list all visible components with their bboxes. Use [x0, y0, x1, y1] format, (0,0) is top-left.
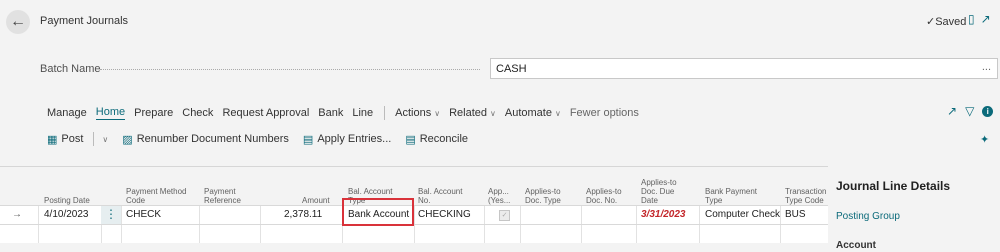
menu-bank[interactable]: Bank: [318, 107, 343, 119]
bal-account-type-highlight: [342, 198, 414, 226]
post-button[interactable]: ▦ Post: [47, 133, 83, 146]
col-bal-account-no[interactable]: Bal. Account No.: [418, 187, 462, 205]
col-applies-to-doc-no[interactable]: Applies-to Doc. No.: [586, 187, 622, 205]
dotted-leader: [100, 69, 480, 70]
col-amount[interactable]: Amount: [302, 196, 330, 205]
chevron-down-icon: ∨: [434, 109, 441, 118]
cell-amount[interactable]: 2,378.11: [284, 209, 322, 220]
saved-status: ✓Saved: [926, 16, 967, 28]
row-arrow-icon: →: [12, 209, 22, 220]
grid-header: Posting Date Payment Method Code Payment R…: [0, 167, 828, 205]
cell-posting-date[interactable]: 4/10/2023: [44, 209, 89, 220]
header-icons: ▯ ↗: [968, 12, 991, 26]
reconcile-button[interactable]: ▤ Reconcile: [405, 133, 468, 146]
col-applies-to-doc-type[interactable]: Applies-to Doc. Type: [525, 187, 561, 205]
reconcile-icon: ▤: [405, 133, 416, 146]
filter-icon[interactable]: ▽: [965, 104, 974, 118]
col-posting-date[interactable]: Posting Date: [44, 196, 90, 205]
cell-payment-method-code[interactable]: CHECK: [126, 209, 161, 220]
posting-group-link[interactable]: Posting Group: [836, 211, 900, 222]
col-payment-method-code[interactable]: Payment Method Code: [126, 187, 186, 205]
chevron-down-icon: ∨: [490, 109, 496, 118]
chevron-down-icon: ∨: [554, 109, 561, 118]
menu-divider: [384, 106, 386, 120]
toolbar-divider: [93, 132, 95, 146]
menu-prepare[interactable]: Prepare: [134, 107, 173, 119]
apply-entries-icon: ▤: [302, 133, 314, 146]
menu-line[interactable]: Line: [352, 107, 373, 119]
batch-name-field[interactable]: CASH ...: [490, 58, 998, 79]
menu-related[interactable]: Related ∨: [449, 107, 496, 119]
approved-checkbox: ✓: [499, 210, 510, 221]
action-toolbar: ▦ Post ∨ ▨ Renumber Document Numbers ▤ Appl…: [47, 132, 482, 146]
cell-transaction-type-code[interactable]: BUS: [785, 209, 806, 220]
account-section-label: Account: [836, 240, 876, 251]
cell-bal-account-no[interactable]: CHECKING: [418, 209, 471, 220]
menu-automate[interactable]: Automate ∨: [505, 107, 561, 119]
page-tools: ↗ ▽ i: [947, 104, 994, 118]
col-bank-payment-type[interactable]: Bank Payment Type: [705, 187, 757, 205]
pin-icon[interactable]: ✦: [980, 133, 989, 146]
journal-lines-grid: Posting Date Payment Method Code Payment R…: [0, 166, 828, 252]
menu-home[interactable]: Home: [95, 106, 126, 120]
menu-actions[interactable]: Actions ∨: [395, 107, 440, 119]
post-icon: ▦: [47, 133, 58, 146]
checkmark-icon: ✓: [926, 16, 936, 28]
apply-entries-button[interactable]: ▤ Apply Entries...: [303, 133, 391, 146]
col-applies-to-due-date[interactable]: Applies-to Doc. Due Date: [641, 178, 677, 205]
menu-check[interactable]: Check: [182, 107, 213, 119]
table-row[interactable]: → 4/10/2023 ⋮ CHECK 2,378.11 Bank Accoun…: [0, 205, 828, 224]
cell-bank-payment-type[interactable]: Computer Check: [705, 209, 780, 220]
row-actions-kebab-icon[interactable]: ⋮: [101, 206, 121, 224]
menu-request-approval[interactable]: Request Approval: [222, 107, 309, 119]
page-title: Payment Journals: [40, 15, 129, 27]
table-row-empty[interactable]: [0, 224, 828, 243]
bookmark-icon[interactable]: ▯: [968, 12, 975, 26]
menu-manage[interactable]: Manage: [47, 107, 87, 119]
renumber-icon: ▨: [122, 133, 133, 146]
share-icon[interactable]: ↗: [947, 104, 957, 118]
col-payment-reference[interactable]: Payment Reference: [204, 187, 241, 205]
info-icon[interactable]: i: [982, 105, 994, 117]
fewer-options-link[interactable]: Fewer options: [570, 107, 639, 119]
post-dropdown-chevron-icon[interactable]: ∨: [102, 135, 108, 144]
action-menu-bar: Manage Home Prepare Check Request Approv…: [47, 106, 648, 120]
col-approved[interactable]: App... (Yes...: [488, 187, 510, 205]
back-button[interactable]: ←: [6, 10, 30, 34]
col-transaction-type-code[interactable]: Transaction Type Code: [785, 187, 827, 205]
journal-line-details-title: Journal Line Details: [836, 179, 951, 193]
batch-name-value: CASH: [496, 63, 527, 75]
batch-name-label: Batch Name: [40, 63, 101, 75]
lookup-button[interactable]: ...: [982, 61, 991, 73]
renumber-document-numbers-button[interactable]: ▨ Renumber Document Numbers: [122, 133, 289, 146]
cell-applies-to-due-date[interactable]: 3/31/2023: [641, 209, 686, 220]
arrow-left-icon: ←: [10, 13, 26, 30]
open-new-window-icon[interactable]: ↗: [981, 12, 991, 26]
